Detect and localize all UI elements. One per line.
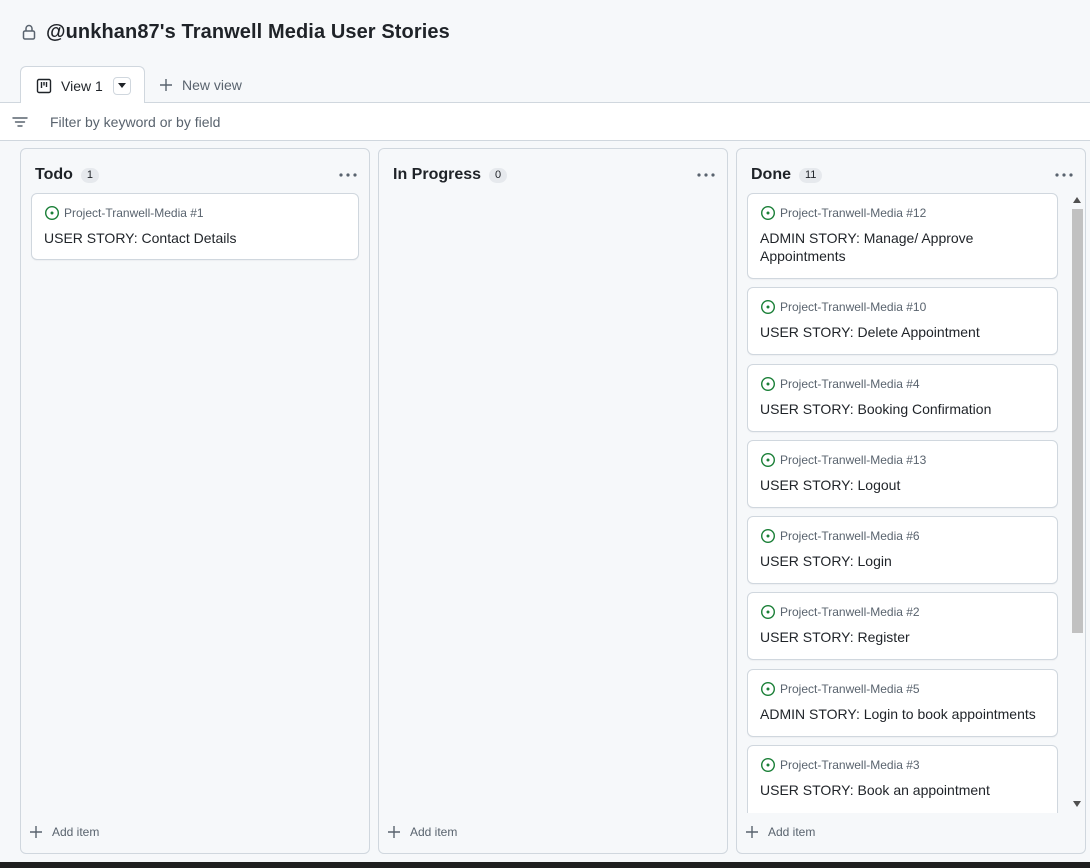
column-header: Todo 1 bbox=[35, 165, 357, 185]
column-todo: Todo 1 Project-Tranwell-Media #1 USER ST… bbox=[20, 148, 370, 854]
add-item-button[interactable]: Add item bbox=[745, 823, 815, 841]
column-name: Todo bbox=[35, 166, 73, 183]
issue-card[interactable]: Project-Tranwell-Media #4 USER STORY: Bo… bbox=[747, 364, 1058, 432]
issue-title[interactable]: USER STORY: Delete Appointment bbox=[760, 323, 1045, 341]
view-tabs: View 1 New view bbox=[0, 64, 1090, 104]
kebab-horizontal-icon bbox=[697, 173, 715, 177]
column-count: 11 bbox=[799, 167, 823, 183]
issue-opened-icon bbox=[760, 452, 776, 468]
board-icon bbox=[36, 78, 52, 94]
column-menu-button[interactable] bbox=[339, 167, 357, 183]
add-item-button[interactable]: Add item bbox=[29, 823, 99, 841]
issue-opened-icon bbox=[760, 205, 776, 221]
column-in-progress: In Progress 0 Add item bbox=[378, 148, 728, 854]
view-options-button[interactable] bbox=[112, 76, 131, 95]
issue-opened-icon bbox=[44, 205, 60, 221]
issue-title[interactable]: USER STORY: Logout bbox=[760, 476, 1045, 494]
issue-title[interactable]: USER STORY: Book an appointment bbox=[760, 781, 1045, 799]
column-name: Done bbox=[751, 166, 791, 183]
plus-icon bbox=[387, 825, 401, 839]
issue-card[interactable]: Project-Tranwell-Media #5 ADMIN STORY: L… bbox=[747, 669, 1058, 737]
add-item-button[interactable]: Add item bbox=[387, 823, 457, 841]
plus-icon bbox=[158, 77, 174, 93]
filter-bar bbox=[0, 103, 1090, 141]
add-item-label: Add item bbox=[52, 825, 100, 839]
issue-title[interactable]: USER STORY: Contact Details bbox=[44, 229, 346, 247]
column-name: In Progress bbox=[393, 166, 482, 183]
project-header: @unkhan87's Tranwell Media User Stories bbox=[0, 0, 1090, 64]
window-bottom-edge bbox=[0, 862, 1090, 868]
issue-ref: Project-Tranwell-Media #4 bbox=[780, 377, 920, 391]
filter-icon bbox=[12, 114, 28, 130]
add-item-label: Add item bbox=[768, 825, 816, 839]
issue-opened-icon bbox=[760, 604, 776, 620]
plus-icon bbox=[29, 825, 43, 839]
column-count: 0 bbox=[489, 167, 508, 183]
issue-opened-icon bbox=[760, 528, 776, 544]
issue-opened-icon bbox=[760, 376, 776, 392]
issue-card[interactable]: Project-Tranwell-Media #2 USER STORY: Re… bbox=[747, 592, 1058, 660]
scrollbar[interactable] bbox=[1070, 193, 1084, 811]
project-title: @unkhan87's Tranwell Media User Stories bbox=[46, 20, 450, 43]
issue-card[interactable]: Project-Tranwell-Media #6 USER STORY: Lo… bbox=[747, 516, 1058, 584]
new-view-label: New view bbox=[182, 77, 242, 93]
tab-view-1[interactable]: View 1 bbox=[20, 66, 145, 104]
issue-ref: Project-Tranwell-Media #5 bbox=[780, 682, 920, 696]
issue-card[interactable]: Project-Tranwell-Media #10 USER STORY: D… bbox=[747, 287, 1058, 355]
issue-opened-icon bbox=[760, 299, 776, 315]
issue-ref: Project-Tranwell-Media #6 bbox=[780, 529, 920, 543]
issue-card[interactable]: Project-Tranwell-Media #13 USER STORY: L… bbox=[747, 440, 1058, 508]
column-menu-button[interactable] bbox=[697, 167, 715, 183]
card-list: Project-Tranwell-Media #12 ADMIN STORY: … bbox=[747, 193, 1059, 813]
issue-ref: Project-Tranwell-Media #10 bbox=[780, 300, 927, 314]
issue-opened-icon bbox=[760, 681, 776, 697]
issue-card[interactable]: Project-Tranwell-Media #3 USER STORY: Bo… bbox=[747, 745, 1058, 813]
tab-label: View 1 bbox=[61, 77, 103, 94]
issue-card[interactable]: Project-Tranwell-Media #1 USER STORY: Co… bbox=[31, 193, 359, 260]
filter-input[interactable] bbox=[50, 113, 950, 130]
plus-icon bbox=[745, 825, 759, 839]
scroll-down-arrow-icon[interactable] bbox=[1073, 801, 1081, 807]
scrollbar-thumb[interactable] bbox=[1072, 209, 1083, 633]
issue-card[interactable]: Project-Tranwell-Media #12 ADMIN STORY: … bbox=[747, 193, 1058, 279]
issue-opened-icon bbox=[760, 757, 776, 773]
column-header: In Progress 0 bbox=[393, 165, 715, 185]
column-header: Done 11 bbox=[751, 165, 1073, 185]
issue-ref: Project-Tranwell-Media #12 bbox=[780, 206, 927, 220]
column-done: Done 11 Project-Tranwell-Media #12 ADMIN… bbox=[736, 148, 1086, 854]
column-count: 1 bbox=[80, 167, 100, 183]
issue-title[interactable]: ADMIN STORY: Manage/ Approve Appointment… bbox=[760, 229, 1045, 265]
add-item-label: Add item bbox=[410, 825, 458, 839]
scroll-up-arrow-icon[interactable] bbox=[1073, 197, 1081, 203]
issue-title[interactable]: USER STORY: Booking Confirmation bbox=[760, 400, 1045, 418]
column-menu-button[interactable] bbox=[1055, 167, 1073, 183]
issue-ref: Project-Tranwell-Media #13 bbox=[780, 453, 927, 467]
issue-ref: Project-Tranwell-Media #2 bbox=[780, 605, 920, 619]
kebab-horizontal-icon bbox=[339, 173, 357, 177]
issue-title[interactable]: ADMIN STORY: Login to book appointments bbox=[760, 705, 1045, 723]
issue-title[interactable]: USER STORY: Login bbox=[760, 552, 1045, 570]
lock-icon bbox=[22, 24, 36, 40]
issue-ref: Project-Tranwell-Media #1 bbox=[64, 206, 204, 220]
triangle-down-icon bbox=[117, 83, 126, 88]
new-view-button[interactable]: New view bbox=[158, 74, 242, 96]
issue-ref: Project-Tranwell-Media #3 bbox=[780, 758, 920, 772]
issue-title[interactable]: USER STORY: Register bbox=[760, 628, 1045, 646]
kebab-horizontal-icon bbox=[1055, 173, 1073, 177]
